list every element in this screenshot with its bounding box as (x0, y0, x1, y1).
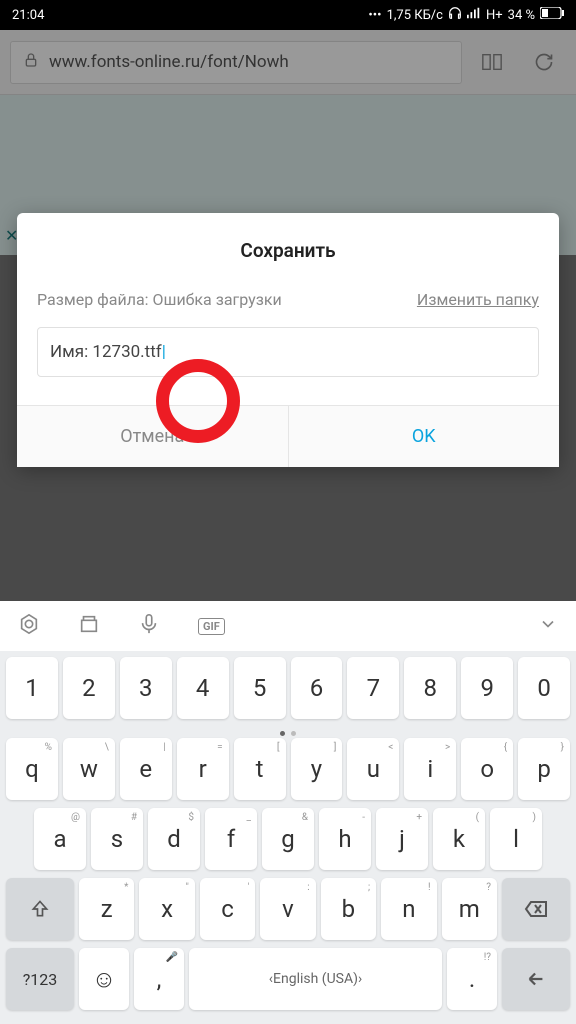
status-time: 21:04 (12, 8, 44, 23)
key-g[interactable]: g& (262, 808, 314, 870)
key-v[interactable]: v: (260, 878, 315, 940)
save-dialog: Сохранить Размер файла: Ошибка загрузки … (17, 213, 559, 467)
key-c[interactable]: c' (200, 878, 255, 940)
key-k[interactable]: k( (433, 808, 485, 870)
key-w[interactable]: w\ (63, 738, 115, 800)
shift-key[interactable] (6, 878, 74, 940)
key-s[interactable]: s# (91, 808, 143, 870)
key-b[interactable]: b; (321, 878, 376, 940)
key-r[interactable]: r= (177, 738, 229, 800)
key-x[interactable]: x" (139, 878, 194, 940)
dialog-title: Сохранить (17, 213, 559, 290)
key-8[interactable]: 8 (404, 657, 456, 719)
size-label: Размер файла: (37, 290, 149, 309)
key-e[interactable]: e| (120, 738, 172, 800)
key-z[interactable]: z* (79, 878, 134, 940)
key-3[interactable]: 3 (120, 657, 172, 719)
key-0[interactable]: 0 (518, 657, 570, 719)
key-d[interactable]: d$ (148, 808, 200, 870)
dialog-actions: Отмена OK (17, 405, 559, 467)
key-u[interactable]: u< (347, 738, 399, 800)
comma-key[interactable]: ,🎤 (134, 948, 184, 1010)
emoji-key[interactable]: ☺ (79, 948, 129, 1010)
status-bar: 21:04 ••• 1,75 КБ/с H+ 34 % (0, 0, 576, 30)
key-o[interactable]: o{ (461, 738, 513, 800)
keyboard-row-3: a@s#d$f_g&h-j+k(l) (4, 808, 572, 870)
file-info: Размер файла: Ошибка загрузки Изменить п… (37, 290, 539, 309)
clipboard-icon[interactable] (78, 613, 100, 639)
ok-button[interactable]: OK (288, 406, 560, 467)
size-error: Ошибка загрузки (152, 290, 281, 309)
status-speed: 1,75 КБ/с (387, 8, 443, 23)
period-key[interactable]: .!? (447, 948, 497, 1010)
key-j[interactable]: j+ (376, 808, 428, 870)
keyboard: GIF 1234567890 q%w\e|r=t[y]u<i>o{p} a@s#… (0, 601, 576, 1024)
status-battery: 34 % (508, 8, 535, 23)
key-q[interactable]: q% (6, 738, 58, 800)
key-1[interactable]: 1 (6, 657, 58, 719)
collapse-icon[interactable] (538, 614, 558, 638)
symbols-key[interactable]: ?123 (6, 948, 74, 1010)
key-2[interactable]: 2 (63, 657, 115, 719)
battery-icon (540, 7, 564, 23)
key-h[interactable]: h- (319, 808, 371, 870)
status-right: ••• 1,75 КБ/с H+ 34 % (368, 6, 564, 24)
settings-icon[interactable] (18, 613, 40, 639)
key-p[interactable]: p} (518, 738, 570, 800)
key-9[interactable]: 9 (461, 657, 513, 719)
key-l[interactable]: l) (490, 808, 542, 870)
space-key[interactable]: ‹ English (USA) › (189, 948, 442, 1010)
gif-icon[interactable]: GIF (198, 618, 225, 635)
key-n[interactable]: n! (381, 878, 436, 940)
filename-input[interactable]: Имя: 12730.ttf| (37, 327, 539, 377)
key-a[interactable]: a@ (34, 808, 86, 870)
key-m[interactable]: m? (442, 878, 497, 940)
keyboard-toolbar: GIF (0, 601, 576, 651)
key-7[interactable]: 7 (347, 657, 399, 719)
key-6[interactable]: 6 (291, 657, 343, 719)
keyboard-row-2: q%w\e|r=t[y]u<i>o{p} (4, 738, 572, 800)
enter-key[interactable] (502, 948, 570, 1010)
key-5[interactable]: 5 (234, 657, 286, 719)
key-4[interactable]: 4 (177, 657, 229, 719)
backspace-key[interactable] (502, 878, 570, 940)
keyboard-row-1: 1234567890 (4, 657, 572, 719)
status-network: H+ (486, 8, 503, 23)
signal-icon (467, 7, 481, 23)
headphones-icon (448, 6, 462, 24)
key-y[interactable]: y] (291, 738, 343, 800)
keyboard-row-4: z*x"c'v:b;n!m? (4, 878, 572, 940)
mic-icon[interactable] (138, 613, 160, 639)
key-f[interactable]: f_ (205, 808, 257, 870)
keyboard-row-5: ?123 ☺ ,🎤 ‹ English (USA) › .!? (4, 948, 572, 1010)
more-icon: ••• (368, 8, 381, 23)
change-folder-link[interactable]: Изменить папку (417, 290, 539, 309)
key-i[interactable]: i> (404, 738, 456, 800)
cancel-button[interactable]: Отмена (17, 406, 288, 467)
key-t[interactable]: t[ (234, 738, 286, 800)
